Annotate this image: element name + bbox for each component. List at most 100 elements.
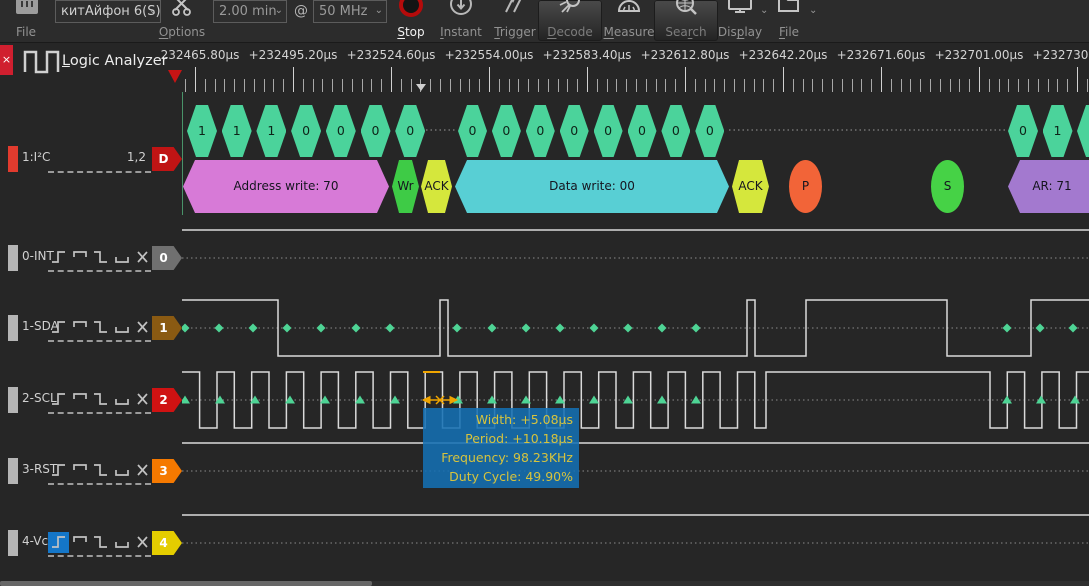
device-file-icon[interactable]: [14, 0, 40, 18]
sample-duration-select[interactable]: 2.00 min ⌄: [213, 0, 287, 23]
any-edge-trigger-icon[interactable]: [134, 249, 151, 265]
ruler-tick: [871, 79, 872, 92]
channel-color-swatch[interactable]: [8, 458, 18, 484]
rising-edge-trigger-icon[interactable]: [50, 391, 67, 407]
channel-drag-underline[interactable]: [48, 412, 151, 414]
rising-edge-trigger-icon[interactable]: [50, 249, 67, 265]
falling-edge-trigger-icon[interactable]: [92, 319, 109, 335]
sda-sample-marker: [249, 324, 258, 333]
sample-rate-value: 50 MHz: [319, 4, 368, 19]
low-level-trigger-icon[interactable]: [113, 391, 130, 407]
ruler-tick: [224, 79, 225, 92]
ruler-tick: [714, 79, 715, 92]
file-device-button-label[interactable]: File: [0, 25, 58, 39]
channel-drag-underline[interactable]: [48, 483, 151, 485]
channel-flag[interactable]: 4: [152, 531, 182, 555]
waveform-area[interactable]: [182, 92, 1089, 586]
measure-button[interactable]: Measure: [597, 0, 661, 41]
ruler-timestamp: +232583.40µs: [543, 48, 632, 62]
sda-sample-marker: [1036, 324, 1045, 333]
decode-button[interactable]: Decode: [538, 0, 602, 41]
channel-flag[interactable]: 2: [152, 388, 182, 412]
ruler-tick: [1067, 79, 1068, 92]
device-select[interactable]: китАйфон 6(S) ⌄: [55, 0, 161, 23]
ruler-tick: [558, 79, 559, 92]
sda-sample-marker: [556, 324, 565, 333]
any-edge-trigger-icon[interactable]: [134, 391, 151, 407]
sda-sample-marker: [658, 324, 667, 333]
any-edge-trigger-icon[interactable]: [134, 534, 151, 550]
options-icon[interactable]: [170, 0, 194, 17]
falling-edge-trigger-icon[interactable]: [92, 462, 109, 478]
ruler-tick: [705, 79, 706, 92]
high-level-trigger-icon[interactable]: [71, 249, 88, 265]
ruler-tick: [901, 79, 902, 92]
time-ruler[interactable]: +232465.80µs+232495.20µs+232524.60µs+232…: [160, 42, 1089, 92]
low-level-trigger-icon[interactable]: [113, 534, 130, 550]
horizontal-scrollbar[interactable]: [0, 581, 1089, 586]
any-edge-trigger-icon[interactable]: [134, 319, 151, 335]
rising-edge-trigger-icon[interactable]: [50, 319, 67, 335]
ruler-tick: [342, 79, 343, 92]
channel-flag[interactable]: 3: [152, 459, 182, 483]
ruler-tick: [999, 79, 1000, 92]
channel-flag[interactable]: 1: [152, 316, 182, 340]
channel-color-swatch[interactable]: [8, 387, 18, 413]
display-icon: [727, 0, 753, 17]
rising-edge-trigger-icon[interactable]: [50, 534, 67, 550]
falling-edge-trigger-icon[interactable]: [92, 391, 109, 407]
horizontal-scrollbar-thumb[interactable]: [0, 581, 372, 586]
sda-sample-marker: [1003, 324, 1012, 333]
ruler-tick: [460, 79, 461, 92]
low-level-trigger-icon[interactable]: [113, 319, 130, 335]
low-level-trigger-icon[interactable]: [113, 249, 130, 265]
options-label[interactable]: Options: [150, 25, 214, 39]
high-level-trigger-icon[interactable]: [71, 319, 88, 335]
decoder-color-swatch[interactable]: [8, 146, 18, 172]
ruler-tick: [1008, 79, 1009, 92]
measure-edge-marker[interactable]: [416, 84, 426, 91]
channel-drag-underline[interactable]: [48, 340, 151, 342]
high-level-trigger-icon[interactable]: [71, 391, 88, 407]
high-level-trigger-icon[interactable]: [71, 462, 88, 478]
ruler-tick: [401, 79, 402, 92]
low-level-trigger-icon[interactable]: [113, 462, 130, 478]
ruler-tick: [656, 79, 657, 92]
measure-icon: [616, 0, 642, 17]
ruler-tick: [244, 79, 245, 92]
decoder-flag[interactable]: D: [152, 147, 182, 171]
close-icon[interactable]: ×: [0, 45, 13, 75]
ruler-tick: [1038, 79, 1039, 92]
ruler-tick: [538, 79, 539, 92]
decoder-label: 1:I²C: [22, 150, 50, 164]
channel-color-swatch[interactable]: [8, 245, 18, 271]
channel-drag-underline[interactable]: [48, 270, 151, 272]
sample-rate-select[interactable]: 50 MHz ⌄: [313, 0, 387, 23]
ruler-tick: [793, 79, 794, 92]
channel-color-swatch[interactable]: [8, 315, 18, 341]
file-button[interactable]: ⌄File: [757, 0, 821, 41]
ruler-tick: [499, 79, 500, 92]
rising-edge-trigger-icon[interactable]: [50, 462, 67, 478]
scl-sample-marker: [182, 396, 190, 404]
ruler-tick: [685, 67, 686, 92]
falling-edge-trigger-icon[interactable]: [92, 534, 109, 550]
tooltip-line: Duty Cycle: 49.90%: [423, 467, 579, 486]
ruler-timestamp: +232671.60µs: [837, 48, 926, 62]
ruler-tick: [293, 67, 294, 92]
sda-sample-marker: [215, 324, 224, 333]
channel-drag-underline[interactable]: [48, 171, 151, 173]
tooltip-line: Width: +5.08µs: [423, 410, 579, 429]
falling-edge-trigger-icon[interactable]: [92, 249, 109, 265]
sda-sample-marker: [352, 324, 361, 333]
ruler-tick: [411, 79, 412, 92]
high-level-trigger-icon[interactable]: [71, 534, 88, 550]
ruler-tick: [832, 79, 833, 92]
any-edge-trigger-icon[interactable]: [134, 462, 151, 478]
toolbar: File китАйфон 6(S) ⌄ Options 2.00 min ⌄ …: [0, 0, 1089, 43]
channel-drag-underline[interactable]: [48, 555, 151, 557]
trigger-icon: [502, 0, 528, 17]
channel-color-swatch[interactable]: [8, 530, 18, 556]
channel-flag[interactable]: 0: [152, 246, 182, 270]
ruler-tick: [744, 79, 745, 92]
